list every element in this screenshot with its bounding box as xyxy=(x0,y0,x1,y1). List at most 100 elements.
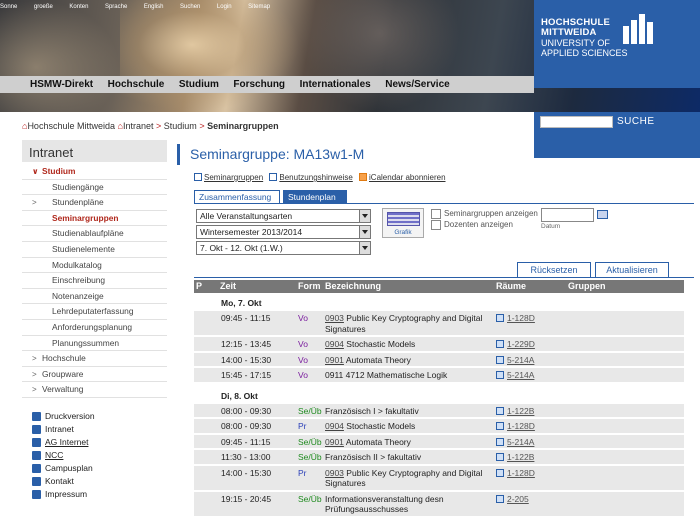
tool-campusplan[interactable]: Campusplan xyxy=(22,462,167,475)
topbar-link[interactable]: Sonne xyxy=(0,4,17,10)
module-number-link[interactable]: 0903 xyxy=(325,468,344,478)
breadcrumb-link[interactable]: Studium xyxy=(164,121,197,131)
search-input[interactable] xyxy=(540,116,613,128)
col-header-p: P xyxy=(196,281,203,291)
nav-studium[interactable]: Studium xyxy=(179,79,219,90)
module-number-link[interactable]: 0904 xyxy=(325,421,344,431)
cell-form: Pr xyxy=(298,421,307,431)
sidebar-item-verwaltung[interactable]: > Verwaltung xyxy=(22,382,167,398)
sidebar-item-notenanzeige[interactable]: Notenanzeige xyxy=(22,289,167,305)
chevron-down-icon xyxy=(359,242,370,254)
room-link[interactable]: 1-128D xyxy=(507,468,535,478)
room-info-icon[interactable] xyxy=(496,422,504,430)
tab-stundenplan[interactable]: Stundenplan xyxy=(283,190,347,204)
room-info-icon[interactable] xyxy=(496,453,504,461)
update-button[interactable]: Aktualisieren xyxy=(595,262,669,277)
sidebar-item-studium[interactable]: ∨ Studium xyxy=(22,164,167,180)
table-row: 15:45 - 17:15 Vo 0911 4712 Mathematische L… xyxy=(194,368,684,383)
veranstaltungsart-select[interactable]: Alle Veranstaltungsarten xyxy=(196,209,371,223)
room-info-icon[interactable] xyxy=(496,494,504,503)
topbar-link[interactable]: Suchen xyxy=(180,4,200,10)
help-icon xyxy=(269,173,278,181)
module-number-link[interactable]: 0903 xyxy=(325,313,344,323)
search-button[interactable]: SUCHE xyxy=(617,116,655,127)
breadcrumb-link[interactable]: Intranet xyxy=(123,121,154,131)
cell-bezeichnung: Französisch I > fakultativ xyxy=(325,406,493,417)
module-number-link[interactable]: 0904 xyxy=(325,339,344,349)
cell-bezeichnung: 0901 Automata Theory xyxy=(325,355,493,366)
sidebar-item-stundenplaene[interactable]: > Stundenpläne xyxy=(22,195,167,211)
link-seminargruppen[interactable]: Seminargruppen xyxy=(204,173,263,182)
chevron-down-icon: ∨ xyxy=(32,167,39,176)
week-select[interactable]: 7. Okt - 12. Okt (1.W.) xyxy=(196,241,371,255)
sidebar-item-lehrdeputaterfassung[interactable]: Lehrdeputaterfassung xyxy=(22,304,167,320)
tool-intranet[interactable]: Intranet xyxy=(22,423,167,436)
reset-button[interactable]: Rücksetzen xyxy=(517,262,591,277)
main-navigation: HSMW-Direkt Hochschule Studium Forschung… xyxy=(0,76,534,93)
course-title: Automata Theory xyxy=(345,354,411,365)
room-link[interactable]: 5-214A xyxy=(507,370,534,380)
room-info-icon[interactable] xyxy=(496,406,504,415)
breadcrumb-link[interactable]: Hochschule Mittweida xyxy=(27,121,115,131)
sidebar-item-groupware[interactable]: > Groupware xyxy=(22,367,167,383)
room-info-icon[interactable] xyxy=(496,437,504,446)
sidebar-item-studiengaenge[interactable]: Studiengänge xyxy=(22,180,167,196)
room-info-icon[interactable] xyxy=(496,468,504,477)
link-benutzungshinweise[interactable]: Benutzungshinweise xyxy=(279,173,352,182)
link-icalendar[interactable]: iCalendar abonnieren xyxy=(369,173,446,182)
sidebar-item-einschreibung[interactable]: Einschreibung xyxy=(22,273,167,289)
map-icon xyxy=(32,463,41,473)
room-link[interactable]: 5-214A xyxy=(507,437,534,447)
room-info-icon[interactable] xyxy=(496,340,504,348)
sidebar-item-hochschule[interactable]: > Hochschule xyxy=(22,351,167,367)
room-info-icon[interactable] xyxy=(496,371,504,379)
checkbox-box[interactable] xyxy=(431,220,441,230)
grafik-button[interactable]: Grafik xyxy=(382,208,424,238)
university-logo[interactable]: HOCHSCHULE MITTWEIDA UNIVERSITY OF APPLI… xyxy=(534,0,700,88)
table-row: 14:00 - 15:30 Pr 0903 Public Key Cryptogra… xyxy=(194,465,684,491)
room-info-icon[interactable] xyxy=(496,355,504,364)
topbar-link[interactable]: Sprache xyxy=(105,4,127,10)
nav-hochschule[interactable]: Hochschule xyxy=(108,79,165,90)
nav-hsmw-direkt[interactable]: HSMW-Direkt xyxy=(30,79,93,90)
room-link[interactable]: 2-205 xyxy=(507,494,529,504)
header-photo xyxy=(0,0,120,112)
date-input[interactable] xyxy=(541,208,594,222)
module-number-link[interactable]: 0901 xyxy=(325,437,344,447)
tool-ag-internet[interactable]: AG Internet xyxy=(22,436,167,449)
sidebar-item-studienablaufplaene[interactable]: Studienablaufpläne xyxy=(22,226,167,242)
sidebar-item-studienelemente[interactable]: Studienelemente xyxy=(22,242,167,258)
room-link[interactable]: 1-229D xyxy=(507,339,535,349)
module-number-link[interactable]: 0901 xyxy=(325,355,344,365)
tool-kontakt[interactable]: Kontakt xyxy=(22,475,167,488)
cell-form: Se/Üb xyxy=(298,436,322,447)
show-seminargruppen-checkbox[interactable]: Seminargruppen anzeigen xyxy=(431,209,538,219)
tab-zusammenfassung[interactable]: Zusammenfassung xyxy=(194,190,280,204)
topbar-link[interactable]: English xyxy=(144,4,164,10)
table-row: 14:00 - 15:30 Vo 0901 Automata Theory 5-214… xyxy=(194,352,684,367)
checkbox-box[interactable] xyxy=(431,209,441,219)
topbar-link[interactable]: Konten xyxy=(69,4,88,10)
semester-select[interactable]: Wintersemester 2013/2014 xyxy=(196,225,371,239)
tool-impressum[interactable]: Impressum xyxy=(22,488,167,501)
topbar-link[interactable]: groeße xyxy=(34,4,53,10)
room-link[interactable]: 1-128D xyxy=(507,313,535,323)
room-info-icon[interactable] xyxy=(496,314,504,322)
room-link[interactable]: 1-122B xyxy=(507,452,534,462)
sidebar-item-modulkatalog[interactable]: Modulkatalog xyxy=(22,258,167,274)
nav-forschung[interactable]: Forschung xyxy=(233,79,285,90)
sidebar-item-seminargruppen[interactable]: Seminargruppen xyxy=(22,211,167,227)
tool-druckversion[interactable]: Druckversion xyxy=(22,410,167,423)
tool-ncc[interactable]: NCC xyxy=(22,449,167,462)
calendar-picker-icon[interactable] xyxy=(597,210,608,219)
nav-internationales[interactable]: Internationales xyxy=(300,79,371,90)
room-link[interactable]: 5-214A xyxy=(507,355,534,365)
room-link[interactable]: 1-122B xyxy=(507,406,534,416)
sidebar-item-anforderungsplanung[interactable]: Anforderungsplanung xyxy=(22,320,167,336)
topbar-link[interactable]: Sitemap xyxy=(248,4,270,10)
sidebar-item-planungssummen[interactable]: Planungssummen xyxy=(22,336,167,352)
nav-news-service[interactable]: News/Service xyxy=(385,79,450,90)
topbar-link[interactable]: Login xyxy=(217,4,232,10)
room-link[interactable]: 1-128D xyxy=(507,421,535,431)
show-dozenten-checkbox[interactable]: Dozenten anzeigen xyxy=(431,220,513,230)
